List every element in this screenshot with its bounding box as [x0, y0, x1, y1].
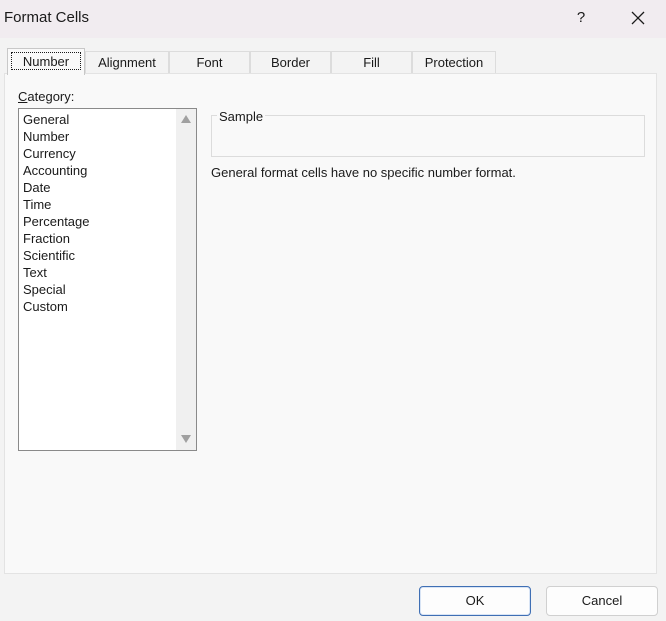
sample-label: Sample — [217, 109, 266, 124]
format-description: General format cells have no specific nu… — [211, 165, 516, 180]
category-item-general[interactable]: General — [23, 111, 90, 128]
close-icon — [631, 11, 645, 25]
category-item-currency[interactable]: Currency — [23, 145, 90, 162]
category-scrollbar[interactable] — [176, 109, 196, 450]
dialog-title: Format Cells — [4, 9, 90, 26]
category-item-custom[interactable]: Custom — [23, 298, 90, 315]
category-items: General Number Currency Accounting Date Time P… — [23, 111, 90, 315]
scroll-up-arrow-icon[interactable] — [181, 115, 191, 123]
category-listbox[interactable]: General Number Currency Accounting Date Time P… — [18, 108, 197, 451]
ok-button[interactable]: OK — [419, 586, 531, 616]
category-item-time[interactable]: Time — [23, 196, 90, 213]
tab-number-label: Number — [11, 52, 81, 70]
tab-font[interactable]: Font — [169, 51, 250, 74]
sample-box — [211, 115, 645, 157]
tab-border[interactable]: Border — [250, 51, 331, 74]
title-bar: Format Cells ? — [0, 0, 666, 38]
category-item-special[interactable]: Special — [23, 281, 90, 298]
tab-strip: Number Alignment Font Border Fill Protec… — [4, 48, 662, 75]
category-item-number[interactable]: Number — [23, 128, 90, 145]
tab-fill[interactable]: Fill — [331, 51, 412, 74]
category-item-date[interactable]: Date — [23, 179, 90, 196]
category-label: Category: — [18, 89, 74, 104]
category-label-accelerator: C — [18, 89, 28, 104]
category-item-text[interactable]: Text — [23, 264, 90, 281]
scroll-down-arrow-icon[interactable] — [181, 435, 191, 443]
category-item-percentage[interactable]: Percentage — [23, 213, 90, 230]
tab-protection[interactable]: Protection — [412, 51, 496, 74]
category-item-fraction[interactable]: Fraction — [23, 230, 90, 247]
category-item-scientific[interactable]: Scientific — [23, 247, 90, 264]
tab-number[interactable]: Number — [7, 48, 85, 75]
close-button[interactable] — [624, 5, 652, 31]
tab-alignment[interactable]: Alignment — [85, 51, 169, 74]
cancel-button[interactable]: Cancel — [546, 586, 658, 616]
category-item-accounting[interactable]: Accounting — [23, 162, 90, 179]
help-button[interactable]: ? — [568, 5, 594, 31]
category-label-text: ategory: — [27, 89, 75, 104]
number-tab-panel: Category: General Number Currency Accountin… — [4, 73, 657, 574]
